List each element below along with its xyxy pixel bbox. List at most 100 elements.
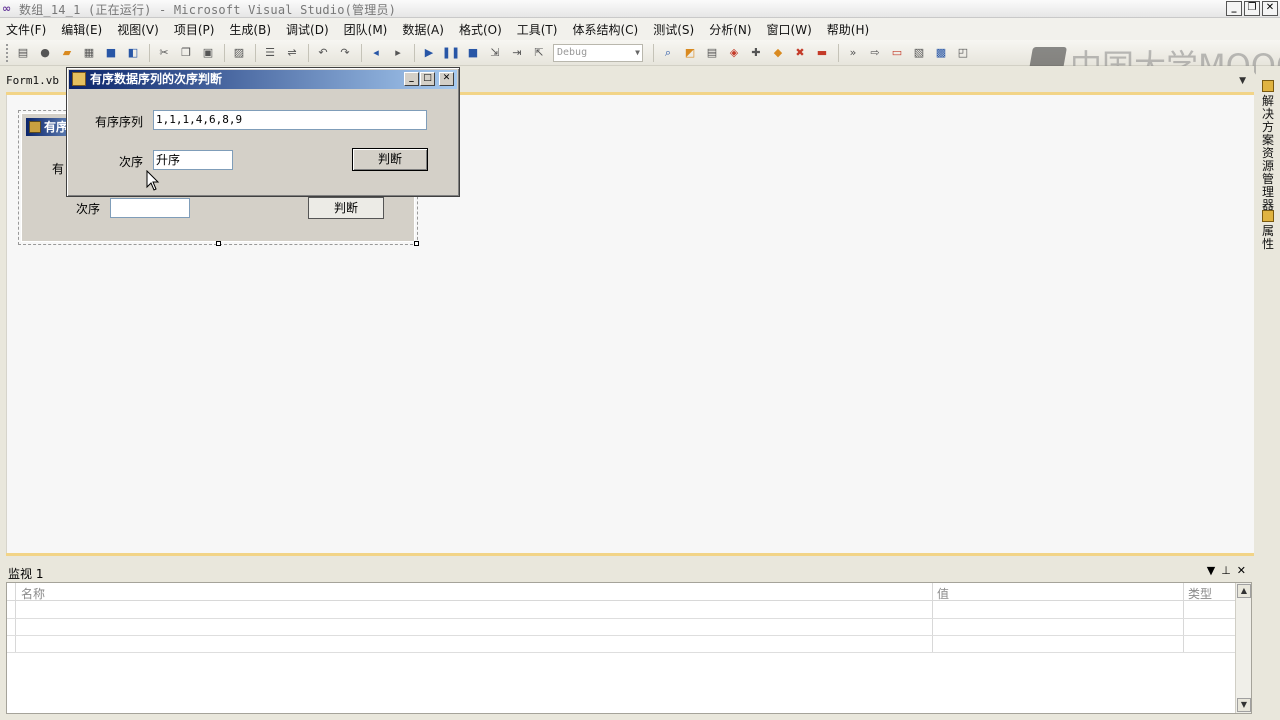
column-header-name[interactable]: 名称: [21, 585, 45, 602]
undo-icon[interactable]: ↶: [315, 45, 331, 61]
cut-icon[interactable]: ✂: [156, 45, 172, 61]
pin-icon[interactable]: ⊥: [1221, 564, 1231, 577]
error-list-icon[interactable]: ✖: [792, 45, 808, 61]
design-label-sequence: 有: [52, 162, 65, 176]
bookmark-next-icon[interactable]: ▧: [911, 45, 927, 61]
add-new-item-icon[interactable]: ▦: [81, 45, 97, 61]
menu-file[interactable]: 文件(F): [6, 21, 46, 38]
resize-handle-corner[interactable]: [414, 241, 419, 246]
toolbar-overflow-icon[interactable]: »: [845, 45, 861, 61]
comment-icon[interactable]: ☰: [262, 45, 278, 61]
menu-help[interactable]: 帮助(H): [827, 21, 869, 38]
toolbox-icon[interactable]: ✚: [748, 45, 764, 61]
dialog-title-bar[interactable]: 有序数据序列的次序判断 _ □ ✕: [69, 70, 457, 89]
properties-window-icon[interactable]: ▤: [704, 45, 720, 61]
break-all-icon[interactable]: ❚❚: [442, 45, 460, 61]
menu-window[interactable]: 窗口(W): [767, 21, 812, 38]
design-label-order: 次序: [76, 202, 101, 216]
resize-handle-bottom[interactable]: [216, 241, 221, 246]
design-order-textbox[interactable]: [110, 198, 190, 218]
menu-view[interactable]: 视图(V): [117, 21, 159, 38]
object-browser-icon[interactable]: ◈: [726, 45, 742, 61]
new-project-icon[interactable]: ▤: [15, 45, 31, 61]
side-tab-solution-explorer[interactable]: 解决方案资源管理器: [1260, 80, 1276, 212]
design-judge-button[interactable]: 判断: [308, 197, 384, 219]
document-border-bottom: [6, 553, 1254, 556]
menu-tools[interactable]: 工具(T): [517, 21, 558, 38]
redo-icon[interactable]: ↷: [337, 45, 353, 61]
bookmark-icon[interactable]: ⇨: [867, 45, 883, 61]
navigate-forward-icon[interactable]: ▸: [390, 45, 406, 61]
menu-edit[interactable]: 编辑(E): [61, 21, 102, 38]
command-window-icon[interactable]: ▬: [814, 45, 830, 61]
scroll-up-icon[interactable]: ▲: [1237, 584, 1251, 598]
copy-icon[interactable]: ❐: [178, 45, 194, 61]
bookmark-prev-icon[interactable]: ▭: [889, 45, 905, 61]
save-all-icon[interactable]: ◧: [125, 45, 141, 61]
stop-debugging-icon[interactable]: ■: [465, 45, 481, 61]
sequence-label: 有序序列: [95, 115, 144, 129]
navigate-backward-icon[interactable]: ◂: [368, 45, 384, 61]
vertical-scrollbar[interactable]: ▲ ▼: [1235, 583, 1251, 713]
add-item-icon[interactable]: ●: [37, 45, 53, 61]
table-row[interactable]: [7, 618, 1237, 619]
open-file-icon[interactable]: ▰: [59, 45, 75, 61]
order-label: 次序: [119, 155, 144, 169]
save-icon[interactable]: ■: [103, 45, 119, 61]
menu-format[interactable]: 格式(O): [459, 21, 502, 38]
column-header-value[interactable]: 值: [937, 585, 949, 602]
step-out-icon[interactable]: ⇱: [531, 45, 547, 61]
side-tab-properties[interactable]: 属性: [1260, 210, 1276, 251]
scroll-down-icon[interactable]: ▼: [1237, 698, 1251, 712]
column-header-type[interactable]: 类型: [1188, 585, 1212, 602]
bookmark-folder-icon[interactable]: ▩: [933, 45, 949, 61]
close-icon[interactable]: ✕: [1237, 564, 1246, 577]
start-page-icon[interactable]: ◆: [770, 45, 786, 61]
menu-project[interactable]: 项目(P): [174, 21, 215, 38]
step-into-icon[interactable]: ⇲: [487, 45, 503, 61]
solution-explorer-icon[interactable]: ◩: [682, 45, 698, 61]
menu-debug[interactable]: 调试(D): [286, 21, 329, 38]
dialog-minimize-button[interactable]: _: [404, 72, 419, 86]
toolbar-grip[interactable]: [6, 43, 9, 62]
design-form-title: 有序: [44, 120, 69, 134]
menu-architecture[interactable]: 体系结构(C): [572, 21, 638, 38]
solution-configuration-select[interactable]: Debug ▼: [553, 43, 643, 62]
judge-button[interactable]: 判断: [352, 148, 428, 171]
restore-button[interactable]: ❐: [1244, 1, 1260, 16]
start-debugging-icon[interactable]: ▶: [421, 45, 437, 61]
tab-list-chevron-icon[interactable]: ▼: [1239, 76, 1246, 86]
dialog-maximize-button[interactable]: □: [420, 72, 435, 86]
menu-data[interactable]: 数据(A): [402, 21, 444, 38]
runtime-form-window[interactable]: 有序数据序列的次序判断 _ □ ✕ 有序序列 1,1,1,4,6,8,9 次序 …: [66, 67, 460, 197]
menu-build[interactable]: 生成(B): [229, 21, 271, 38]
uncomment-icon[interactable]: ⇌: [284, 45, 300, 61]
side-tab-solution-explorer-label: 解决方案资源管理器: [1261, 94, 1274, 212]
sequence-input[interactable]: 1,1,1,4,6,8,9: [153, 110, 427, 130]
table-row[interactable]: [7, 635, 1237, 636]
tab-form1-vb[interactable]: Form1.vb: [6, 74, 59, 87]
menu-team[interactable]: 团队(M): [344, 21, 388, 38]
watch-grid[interactable]: 名称 值 类型 ▲ ▼: [6, 582, 1252, 714]
form-icon: [29, 121, 41, 133]
toolbar-separator: [838, 43, 839, 62]
toolbar-separator: [224, 43, 225, 62]
right-dock-strip-bottom: [1256, 556, 1280, 720]
step-over-icon[interactable]: ⇥: [509, 45, 525, 61]
find-icon[interactable]: ▨: [231, 45, 247, 61]
visual-studio-logo-icon: ∞: [2, 2, 12, 15]
bookmark-clear-icon[interactable]: ◰: [955, 45, 971, 61]
toolbar-separator: [149, 43, 150, 62]
order-output[interactable]: 升序: [153, 150, 233, 170]
dialog-close-button[interactable]: ✕: [439, 72, 454, 86]
menu-analyze[interactable]: 分析(N): [709, 21, 751, 38]
toolbar-separator: [255, 43, 256, 62]
minimize-button[interactable]: _: [1226, 1, 1242, 16]
menu-test[interactable]: 测试(S): [653, 21, 694, 38]
find-in-files-icon[interactable]: ⌕: [660, 45, 676, 61]
close-button[interactable]: ✕: [1262, 1, 1278, 16]
table-row[interactable]: [7, 652, 1237, 653]
watch-panel-header: 监视 1 ▼ ⊥ ✕: [0, 562, 1254, 582]
window-position-chevron-icon[interactable]: ▼: [1207, 564, 1215, 577]
paste-icon[interactable]: ▣: [200, 45, 216, 61]
